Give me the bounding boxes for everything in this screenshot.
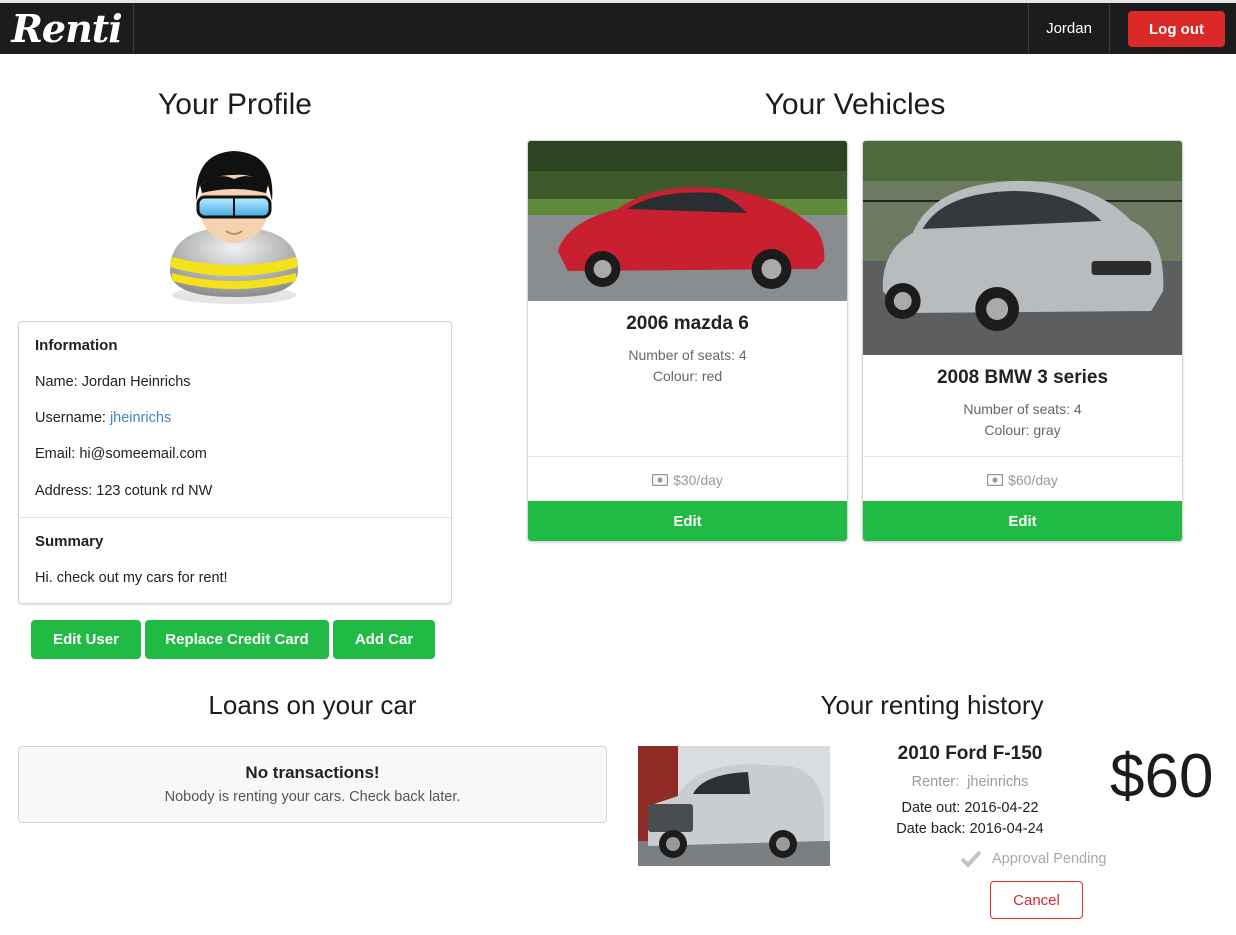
- vehicle-seats: Number of seats: 4: [628, 347, 747, 363]
- rented-vehicle-name: 2010 Ford F-150: [897, 743, 1043, 764]
- card-divider: [19, 517, 451, 518]
- money-icon: [652, 474, 669, 486]
- profile-username-row: Username: jheinrichs: [35, 410, 171, 426]
- profile-name-row: Name: Jordan Heinrichs: [35, 374, 191, 390]
- date-out: Date out: 2016-04-22: [901, 800, 1039, 816]
- checkmark-icon: [960, 850, 982, 868]
- vehicle-seats: Number of seats: 4: [963, 401, 1082, 417]
- vehicle-card: 2006 mazda 6 Number of seats: 4 Colour: …: [527, 140, 848, 542]
- address-label: Address:: [35, 483, 93, 499]
- vehicle-price-text: $60/day: [1008, 472, 1058, 488]
- car-photo[interactable]: [863, 141, 1182, 355]
- loans-title: Loans on your car: [208, 690, 417, 720]
- top-navbar: Renti Jordan Log out: [0, 0, 1236, 54]
- replace-credit-card-button[interactable]: Replace Credit Card: [145, 620, 329, 659]
- profile-email-row: Email: hi@someemail.com: [35, 446, 207, 462]
- email-label: Email:: [35, 446, 76, 462]
- approval-status-text: Approval Pending: [992, 851, 1107, 867]
- address-value: 123 cotunk rd NW: [96, 483, 213, 499]
- date-back: Date back: 2016-04-24: [896, 821, 1044, 837]
- username-link[interactable]: jheinrichs: [110, 410, 171, 426]
- profile-address-row: Address: 123 cotunk rd NW: [35, 483, 212, 499]
- renter-label: Renter:: [911, 774, 960, 790]
- brand-logo[interactable]: Renti: [0, 3, 134, 54]
- summary-text: Hi. check out my cars for rent!: [35, 570, 228, 586]
- card-divider: [528, 456, 847, 457]
- vehicle-price: $60/day: [863, 472, 1182, 488]
- no-transactions-message: No transactions! Nobody is renting your …: [18, 746, 607, 823]
- email-value: hi@someemail.com: [79, 446, 207, 462]
- vehicle-price: $30/day: [528, 472, 847, 488]
- information-heading: Information: [35, 337, 118, 354]
- user-avatar-icon: [170, 151, 298, 304]
- vehicle-colour: Colour: gray: [984, 422, 1061, 438]
- rental-price: $60: [1110, 742, 1214, 811]
- approval-status: Approval Pending: [960, 850, 1106, 868]
- profile-title: Your Profile: [158, 88, 312, 121]
- vehicle-name: 2008 BMW 3 series: [936, 367, 1109, 388]
- no-transactions-title: No transactions!: [245, 763, 380, 782]
- name-value: Jordan Heinrichs: [81, 374, 191, 390]
- vehicle-name: 2006 mazda 6: [626, 313, 749, 334]
- vehicles-title: Your Vehicles: [764, 88, 946, 121]
- username-label: Username:: [35, 410, 106, 426]
- name-label: Name:: [35, 374, 78, 390]
- logout-button[interactable]: Log out: [1128, 11, 1225, 47]
- edit-vehicle-button[interactable]: Edit: [528, 501, 847, 541]
- renting-history-title: Your renting history: [820, 690, 1044, 720]
- money-icon: [987, 474, 1004, 486]
- profile-info-card: Information Name: Jordan Heinrichs Usern…: [18, 321, 452, 604]
- rented-car-photo[interactable]: [638, 746, 830, 866]
- nav-username[interactable]: Jordan: [1028, 3, 1110, 54]
- no-transactions-text: Nobody is renting your cars. Check back …: [164, 789, 461, 805]
- vehicle-price-text: $30/day: [673, 472, 723, 488]
- renter-value: jheinrichs: [967, 774, 1029, 790]
- vehicle-card: 2008 BMW 3 series Number of seats: 4 Col…: [862, 140, 1183, 542]
- brand-text: Renti: [11, 6, 122, 51]
- vehicle-colour: Colour: red: [652, 368, 723, 384]
- car-photo[interactable]: [528, 141, 847, 301]
- card-divider: [863, 456, 1182, 457]
- add-car-button[interactable]: Add Car: [333, 620, 435, 659]
- summary-heading: Summary: [35, 533, 104, 550]
- edit-vehicle-button[interactable]: Edit: [863, 501, 1182, 541]
- renter-row: Renter: jheinrichs: [870, 774, 1070, 790]
- cancel-rental-button[interactable]: Cancel: [990, 881, 1083, 919]
- edit-user-button[interactable]: Edit User: [31, 620, 141, 659]
